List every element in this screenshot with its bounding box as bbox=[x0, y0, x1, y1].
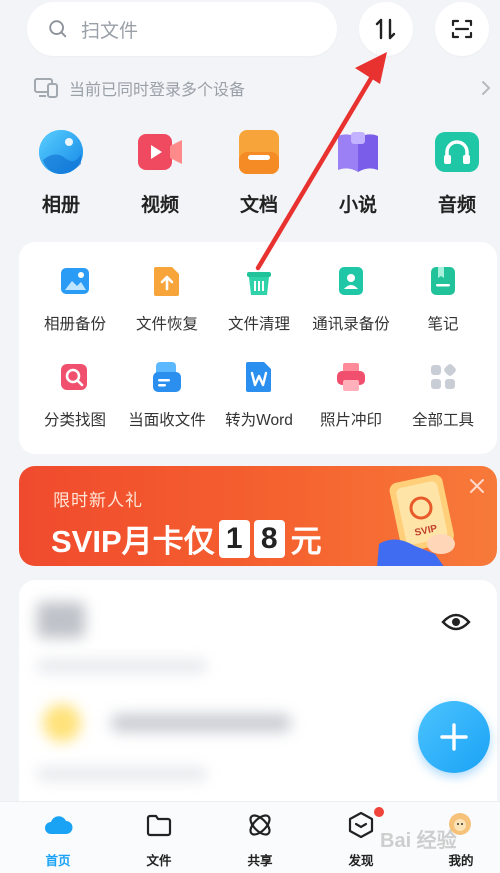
tool-label: 笔记 bbox=[427, 316, 459, 333]
blurred-content bbox=[37, 602, 85, 638]
tool-notes[interactable]: 笔记 bbox=[395, 264, 491, 334]
share-icon bbox=[249, 814, 271, 836]
nav-home[interactable]: 首页 bbox=[23, 810, 93, 869]
tool-image-search[interactable]: 分类找图 bbox=[27, 360, 123, 430]
tool-label: 全部工具 bbox=[411, 412, 474, 429]
tool-label: 相册备份 bbox=[43, 316, 106, 333]
close-icon[interactable] bbox=[469, 478, 485, 494]
tool-label: 转为Word bbox=[225, 412, 293, 429]
photo-print-icon bbox=[337, 363, 365, 391]
all-tools-icon bbox=[431, 364, 456, 389]
blurred-content bbox=[43, 704, 81, 742]
add-button[interactable] bbox=[418, 701, 490, 773]
convert-word-icon bbox=[246, 362, 271, 392]
photo-album-icon bbox=[39, 130, 83, 174]
home-cloud-icon bbox=[45, 816, 73, 834]
watermark: Bai 经验 bbox=[380, 830, 457, 852]
scan-button[interactable] bbox=[435, 2, 489, 56]
promo-subtitle: 限时新人礼 bbox=[53, 491, 143, 510]
category-novel[interactable]: 小说 bbox=[313, 128, 403, 217]
tool-receive-file[interactable]: 当面收文件 bbox=[119, 360, 215, 430]
nav-label: 共享 bbox=[247, 854, 273, 868]
promo-title-suffix: 元 bbox=[290, 524, 322, 559]
nav-label: 首页 bbox=[45, 854, 71, 868]
tool-label: 分类找图 bbox=[43, 412, 106, 429]
promo-banner[interactable]: 限时新人礼 SVIP月卡仅 1 8 元 SVIP bbox=[19, 466, 497, 566]
contacts-backup-icon bbox=[339, 267, 363, 295]
category-label: 相册 bbox=[41, 195, 80, 216]
blurred-content bbox=[111, 714, 291, 732]
category-label: 音频 bbox=[437, 195, 476, 216]
folder-icon bbox=[146, 814, 172, 837]
multi-device-notice[interactable]: 当前已同时登录多个设备 bbox=[33, 74, 493, 102]
receive-file-icon bbox=[153, 362, 181, 392]
recent-files-card bbox=[19, 580, 497, 820]
notes-icon bbox=[431, 267, 455, 295]
category-audio[interactable]: 音频 bbox=[412, 128, 500, 217]
promo-price-digit: 8 bbox=[253, 519, 285, 558]
discover-icon bbox=[348, 811, 374, 839]
transfer-button[interactable] bbox=[359, 2, 413, 56]
category-label: 文档 bbox=[239, 195, 278, 216]
tool-file-restore[interactable]: 文件恢复 bbox=[119, 264, 215, 334]
transfer-arrows-icon bbox=[375, 18, 396, 40]
notification-dot bbox=[374, 807, 384, 817]
nav-share[interactable]: 共享 bbox=[225, 810, 295, 869]
audio-icon bbox=[435, 132, 479, 172]
promo-price-digit: 1 bbox=[218, 519, 250, 558]
promo-title: SVIP月卡仅 1 8 元 bbox=[51, 516, 322, 561]
nav-files[interactable]: 文件 bbox=[124, 810, 194, 869]
tools-card: 相册备份 文件恢复 文件清理 通讯录备份 笔记 分类找图 当面收文件 转为Wor… bbox=[19, 242, 497, 454]
blurred-content bbox=[37, 660, 207, 672]
devices-text: 当前已同时登录多个设备 bbox=[69, 82, 246, 99]
devices-icon bbox=[34, 78, 58, 98]
eye-icon[interactable] bbox=[441, 610, 471, 634]
tool-label: 文件恢复 bbox=[135, 316, 198, 333]
category-label: 小说 bbox=[338, 195, 377, 216]
tool-convert-word[interactable]: 转为Word bbox=[211, 360, 307, 430]
video-icon bbox=[138, 134, 182, 170]
tool-all-tools[interactable]: 全部工具 bbox=[395, 360, 491, 430]
document-icon bbox=[239, 130, 279, 174]
file-cleanup-icon bbox=[247, 272, 271, 295]
plus-icon bbox=[440, 723, 468, 751]
search-placeholder: 扫文件 bbox=[81, 20, 139, 42]
category-document[interactable]: 文档 bbox=[214, 128, 304, 217]
promo-title-prefix: SVIP月卡仅 bbox=[51, 524, 215, 559]
scan-icon bbox=[451, 19, 473, 39]
image-search-icon bbox=[61, 364, 87, 390]
search-icon bbox=[49, 20, 67, 38]
tool-label: 文件清理 bbox=[227, 316, 290, 333]
search-bar[interactable]: 扫文件 bbox=[27, 2, 337, 56]
tool-file-cleanup[interactable]: 文件清理 bbox=[211, 264, 307, 334]
svip-card-illustration: SVIP bbox=[377, 474, 455, 566]
tool-album-backup[interactable]: 相册备份 bbox=[27, 264, 123, 334]
file-restore-icon bbox=[154, 267, 179, 296]
category-album[interactable]: 相册 bbox=[16, 128, 106, 217]
tool-label: 照片冲印 bbox=[319, 412, 382, 429]
tool-contacts-backup[interactable]: 通讯录备份 bbox=[303, 264, 399, 334]
tool-label: 通讯录备份 bbox=[312, 316, 390, 333]
chevron-right-icon bbox=[482, 81, 491, 95]
category-row: 相册 视频 文档 小说 音频 bbox=[0, 128, 500, 228]
nav-label: 文件 bbox=[146, 854, 172, 868]
tool-photo-print[interactable]: 照片冲印 bbox=[303, 360, 399, 430]
novel-icon bbox=[338, 132, 378, 172]
tool-label: 当面收文件 bbox=[128, 412, 206, 429]
blurred-content bbox=[37, 768, 207, 780]
category-video[interactable]: 视频 bbox=[115, 128, 205, 217]
album-backup-icon bbox=[61, 268, 89, 294]
category-label: 视频 bbox=[140, 195, 179, 216]
